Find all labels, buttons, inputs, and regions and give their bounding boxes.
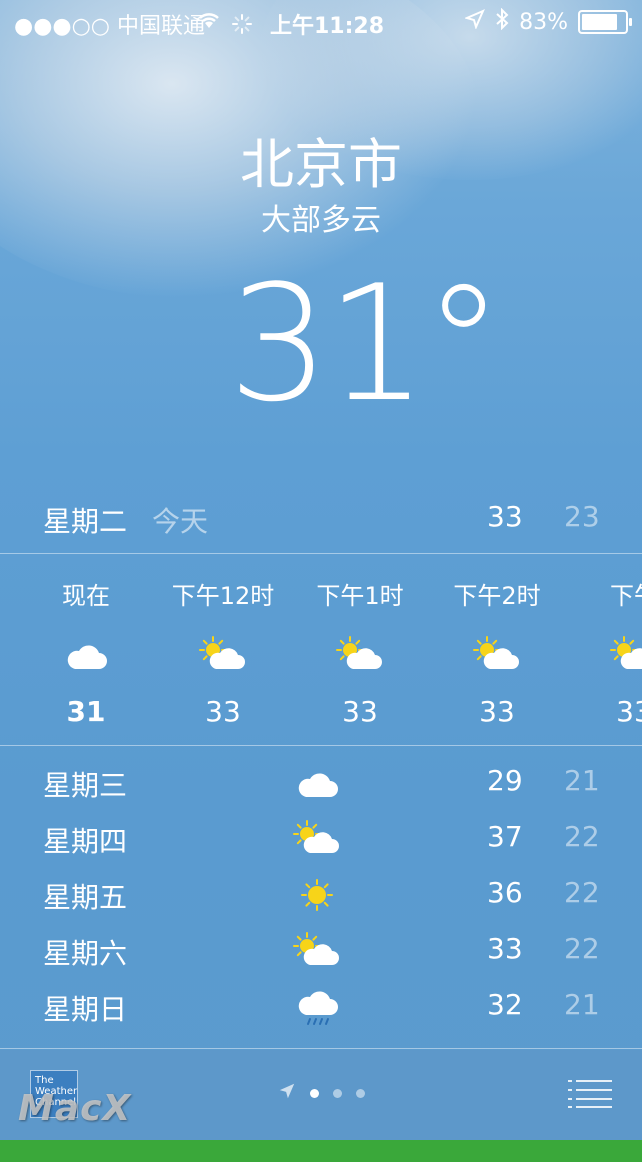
bottom-toolbar: The Weather Channel MacX xyxy=(0,1050,642,1140)
daily-high: 29 xyxy=(487,764,523,797)
daily-low: 21 xyxy=(564,988,600,1021)
sun-icon xyxy=(292,872,342,922)
bluetooth-icon xyxy=(495,7,509,36)
hour-item: 下午2时 33 xyxy=(429,560,565,728)
current-temperature: 31° xyxy=(228,250,504,437)
daily-day: 星期六 xyxy=(43,937,128,970)
hour-temp: 33 xyxy=(479,695,515,728)
today-high: 33 xyxy=(487,500,523,533)
daily-high: 33 xyxy=(487,932,523,965)
daily-high: 36 xyxy=(487,876,523,909)
daily-forecast[interactable]: 星期三 29 21 星期四 37 22 星期五 36 22 星期六 33 22 … xyxy=(0,760,642,1040)
daily-row: 星期五 36 22 xyxy=(0,872,642,928)
daily-row: 星期三 29 21 xyxy=(0,760,642,816)
daily-row: 星期四 37 22 xyxy=(0,816,642,872)
weather-screen: ●●●○○ 中国联通 上午11:28 83% 北京市 大部多云 31° 星期二 … xyxy=(0,0,642,1140)
daily-row: 星期六 33 22 xyxy=(0,928,642,984)
hour-temp: 33 xyxy=(342,695,378,728)
today-label: 今天 xyxy=(152,505,209,538)
cloud-icon xyxy=(18,635,154,675)
watermark: MacX xyxy=(18,1088,132,1129)
today-low: 23 xyxy=(564,500,600,533)
hour-item: 现在 31 xyxy=(18,560,154,728)
page-dot[interactable] xyxy=(356,1088,365,1098)
today-summary: 星期二 今天 33 23 xyxy=(0,500,642,540)
sun-cloud-icon xyxy=(292,928,342,978)
sun-cloud-icon xyxy=(292,635,428,675)
hour-time: 下午 xyxy=(610,582,642,610)
frame-bar xyxy=(0,1140,642,1162)
location-arrow-icon xyxy=(464,9,486,35)
status-right: 83% xyxy=(464,7,632,36)
battery-percent: 83% xyxy=(519,9,568,35)
divider-top xyxy=(0,553,642,554)
hour-item: 下午1时 33 xyxy=(292,560,428,728)
today-day: 星期二 xyxy=(43,505,128,538)
daily-day: 星期日 xyxy=(43,993,128,1026)
daily-low: 22 xyxy=(564,820,600,853)
wifi-icon xyxy=(196,10,222,36)
daily-low: 21 xyxy=(564,764,600,797)
hour-temp: 33 xyxy=(616,695,642,728)
hour-item: 下午 33 xyxy=(566,560,642,728)
sun-cloud-icon xyxy=(155,635,291,675)
weather-condition: 大部多云 xyxy=(261,203,381,238)
daily-day: 星期三 xyxy=(43,769,128,802)
daily-high: 32 xyxy=(487,988,523,1021)
divider-footer xyxy=(0,1048,642,1049)
city-name: 北京市 xyxy=(240,133,402,196)
sun-cloud-icon xyxy=(292,816,342,866)
daily-high: 37 xyxy=(487,820,523,853)
daily-low: 22 xyxy=(564,932,600,965)
hour-time: 下午2时 xyxy=(453,582,541,610)
hour-time: 下午12时 xyxy=(171,582,275,610)
carrier-label: ●●●○○ 中国联通 xyxy=(14,14,205,39)
hour-temp: 31 xyxy=(66,695,106,728)
sun-cloud-icon xyxy=(566,635,642,675)
daily-day: 星期五 xyxy=(43,881,128,914)
hourly-forecast[interactable]: 现在 31 下午12时 33 下午1时 33 下午2时 33 下午 33 xyxy=(0,560,642,740)
hour-item: 下午12时 33 xyxy=(155,560,291,728)
daily-day: 星期四 xyxy=(43,825,128,858)
hour-time: 现在 xyxy=(62,582,110,610)
sun-cloud-icon xyxy=(429,635,565,675)
page-dot[interactable] xyxy=(333,1088,342,1098)
cloud-icon xyxy=(292,760,342,810)
daily-low: 22 xyxy=(564,876,600,909)
divider-bottom xyxy=(0,745,642,746)
location-arrow-icon xyxy=(278,1082,296,1104)
status-bar: ●●●○○ 中国联通 上午11:28 83% xyxy=(0,6,642,40)
battery-icon xyxy=(578,10,632,34)
status-time: 上午11:28 xyxy=(270,14,385,39)
hour-time: 下午1时 xyxy=(316,582,404,610)
daily-row: 星期日 32 21 xyxy=(0,984,642,1040)
page-dot-active[interactable] xyxy=(310,1088,319,1098)
activity-spinner-icon xyxy=(232,14,252,40)
rain-cloud-icon xyxy=(292,984,342,1034)
hour-temp: 33 xyxy=(205,695,241,728)
page-indicator[interactable] xyxy=(278,1082,365,1104)
list-menu-icon[interactable] xyxy=(568,1078,612,1108)
